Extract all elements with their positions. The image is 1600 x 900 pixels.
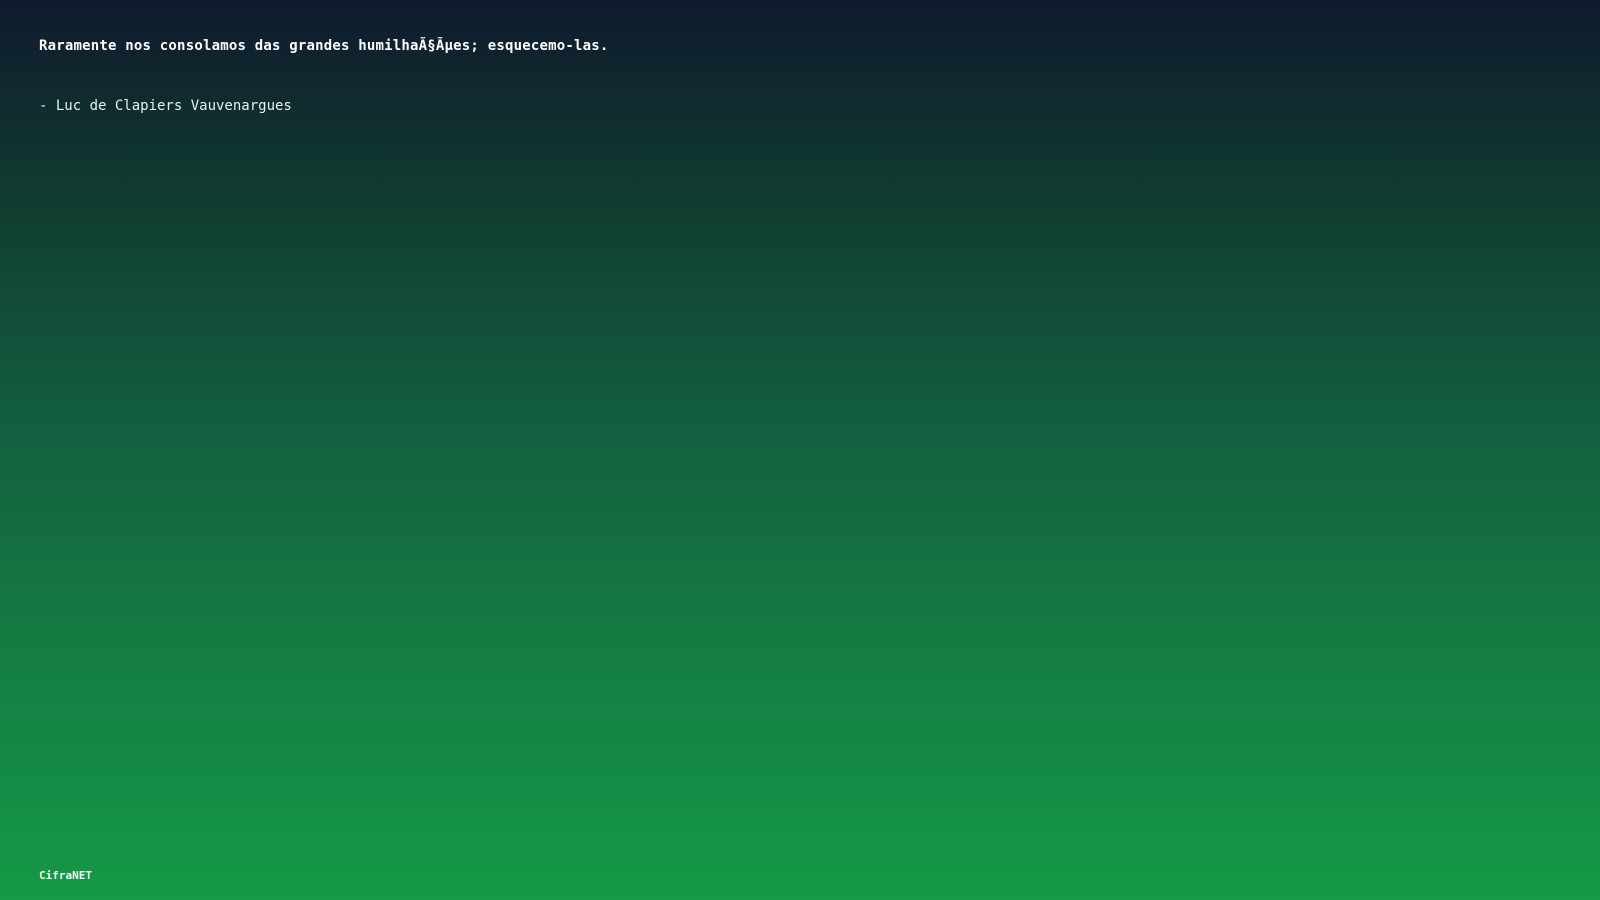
brand-label: CifraNET <box>39 869 92 882</box>
quote-text: Raramente nos consolamos das grandes hum… <box>39 38 609 54</box>
quote-author: - Luc de Clapiers Vauvenargues <box>39 98 292 114</box>
